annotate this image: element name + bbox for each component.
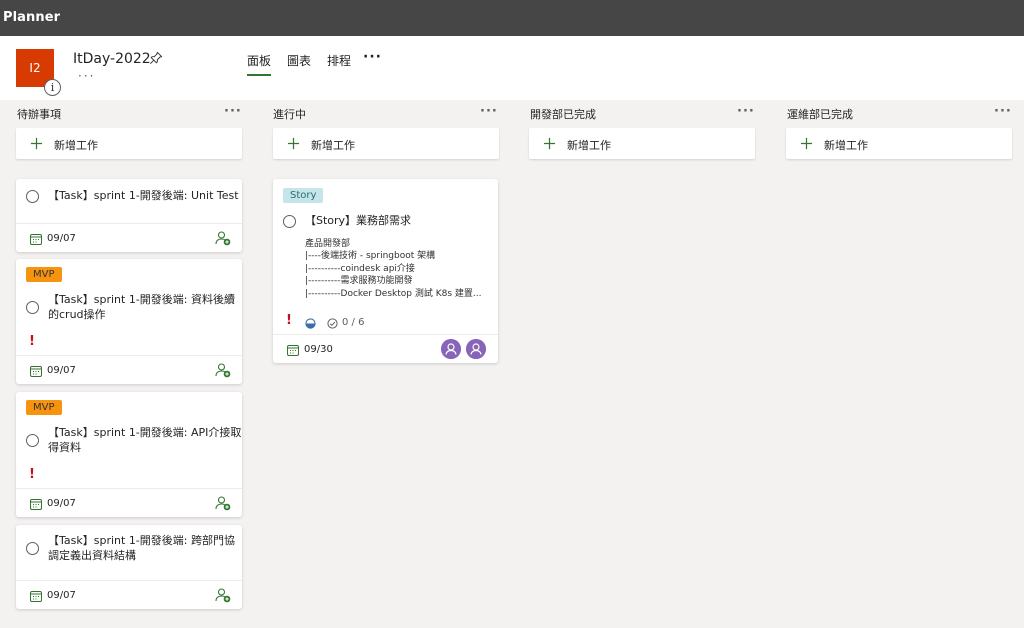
- bucket-more-ops-done[interactable]: ···: [994, 104, 1012, 119]
- card-footer: 09/07: [16, 223, 242, 252]
- add-task-label: 新增工作: [824, 139, 868, 152]
- bucket-title-in-progress[interactable]: 進行中: [273, 106, 306, 122]
- plus-icon: [800, 137, 813, 150]
- task-title: 【Task】sprint 1-開發後端: 跨部門協 調定義出資料結構: [48, 534, 235, 562]
- task-card[interactable]: 【Task】sprint 1-開發後端: 跨部門協 調定義出資料結構 09/07: [16, 525, 242, 609]
- add-task-button[interactable]: 新增工作: [16, 128, 242, 159]
- task-card[interactable]: MVP 【Task】sprint 1-開發後端: API介接取 得資料 ! 09…: [16, 392, 242, 517]
- card-footer: 09/30: [273, 334, 498, 363]
- bucket-more-todo[interactable]: ···: [224, 104, 242, 119]
- calendar-icon: [30, 366, 42, 377]
- task-title: 【Task】sprint 1-開發後端: 資料後續 的crud操作: [48, 293, 235, 321]
- complete-task-checkbox[interactable]: [26, 190, 39, 203]
- pin-icon[interactable]: [149, 51, 163, 65]
- plus-icon: [287, 137, 300, 150]
- due-date: 09/07: [47, 498, 76, 509]
- add-task-label: 新增工作: [311, 139, 355, 152]
- label-badge: Story: [283, 188, 324, 203]
- priority-icon: !: [29, 467, 35, 482]
- plus-icon: [543, 137, 556, 150]
- bucket-title-dev-done[interactable]: 開發部已完成: [530, 106, 596, 122]
- priority-icon: !: [286, 313, 292, 328]
- app-header: Planner: [0, 0, 1024, 36]
- info-icon[interactable]: i: [44, 79, 61, 96]
- card-footer: 09/07: [16, 488, 242, 517]
- add-task-button[interactable]: 新增工作: [529, 128, 755, 159]
- tab-board[interactable]: 面板: [247, 52, 272, 76]
- task-description: 產品開發部 |----後端技術 - springboot 架構 |-------…: [305, 239, 482, 299]
- bucket-title-todo[interactable]: 待辦事項: [17, 106, 61, 122]
- bucket-more-in-progress[interactable]: ···: [480, 104, 498, 119]
- complete-task-checkbox[interactable]: [283, 215, 296, 228]
- tab-charts[interactable]: 圖表: [287, 52, 311, 69]
- plan-more-button[interactable]: ···: [78, 69, 95, 83]
- complete-task-checkbox[interactable]: [26, 542, 39, 555]
- app-title[interactable]: Planner: [3, 10, 60, 25]
- label-badge: MVP: [26, 267, 62, 282]
- complete-task-checkbox[interactable]: [26, 301, 39, 314]
- label-badge: MVP: [26, 400, 62, 415]
- due-date: 09/07: [47, 365, 76, 376]
- task-title: 【Task】sprint 1-開發後端: Unit Test: [48, 189, 239, 202]
- plan-header: I2 i ItDay-2022 ··· 面板 圖表 排程 ···: [0, 36, 1024, 100]
- task-title: 【Story】業務部需求: [305, 214, 412, 227]
- tabs-more-button[interactable]: ···: [363, 49, 382, 65]
- assign-user-icon[interactable]: [215, 587, 231, 603]
- add-task-button[interactable]: 新增工作: [786, 128, 1012, 159]
- plan-name: ItDay-2022: [73, 51, 151, 67]
- task-title: 【Task】sprint 1-開發後端: API介接取 得資料: [48, 426, 242, 454]
- assign-user-icon[interactable]: [215, 495, 231, 511]
- user-avatar-icon[interactable]: [441, 339, 461, 359]
- plus-icon: [30, 137, 43, 150]
- progress-icon: [305, 318, 316, 329]
- priority-icon: !: [29, 334, 35, 349]
- checklist-count: 0 / 6: [342, 317, 365, 328]
- bucket-title-ops-done[interactable]: 運維部已完成: [787, 106, 853, 122]
- calendar-icon: [30, 591, 42, 602]
- tab-schedule[interactable]: 排程: [327, 52, 351, 69]
- add-task-label: 新增工作: [567, 139, 611, 152]
- calendar-icon: [30, 234, 42, 245]
- checklist-icon: [327, 318, 338, 329]
- card-footer: 09/07: [16, 355, 242, 384]
- calendar-icon: [287, 345, 299, 356]
- task-card[interactable]: MVP 【Task】sprint 1-開發後端: 資料後續 的crud操作 ! …: [16, 259, 242, 384]
- assign-user-icon[interactable]: [215, 230, 231, 246]
- due-date: 09/07: [47, 233, 76, 244]
- due-date: 09/30: [304, 344, 333, 355]
- add-task-button[interactable]: 新增工作: [273, 128, 499, 159]
- card-footer: 09/07: [16, 580, 242, 609]
- complete-task-checkbox[interactable]: [26, 434, 39, 447]
- task-card[interactable]: 【Task】sprint 1-開發後端: Unit Test 09/07: [16, 179, 242, 252]
- user-avatar-icon[interactable]: [466, 339, 486, 359]
- bucket-more-dev-done[interactable]: ···: [737, 104, 755, 119]
- add-task-label: 新增工作: [54, 139, 98, 152]
- due-date: 09/07: [47, 590, 76, 601]
- assign-user-icon[interactable]: [215, 362, 231, 378]
- calendar-icon: [30, 499, 42, 510]
- task-card[interactable]: Story 【Story】業務部需求 產品開發部 |----後端技術 - spr…: [273, 179, 498, 363]
